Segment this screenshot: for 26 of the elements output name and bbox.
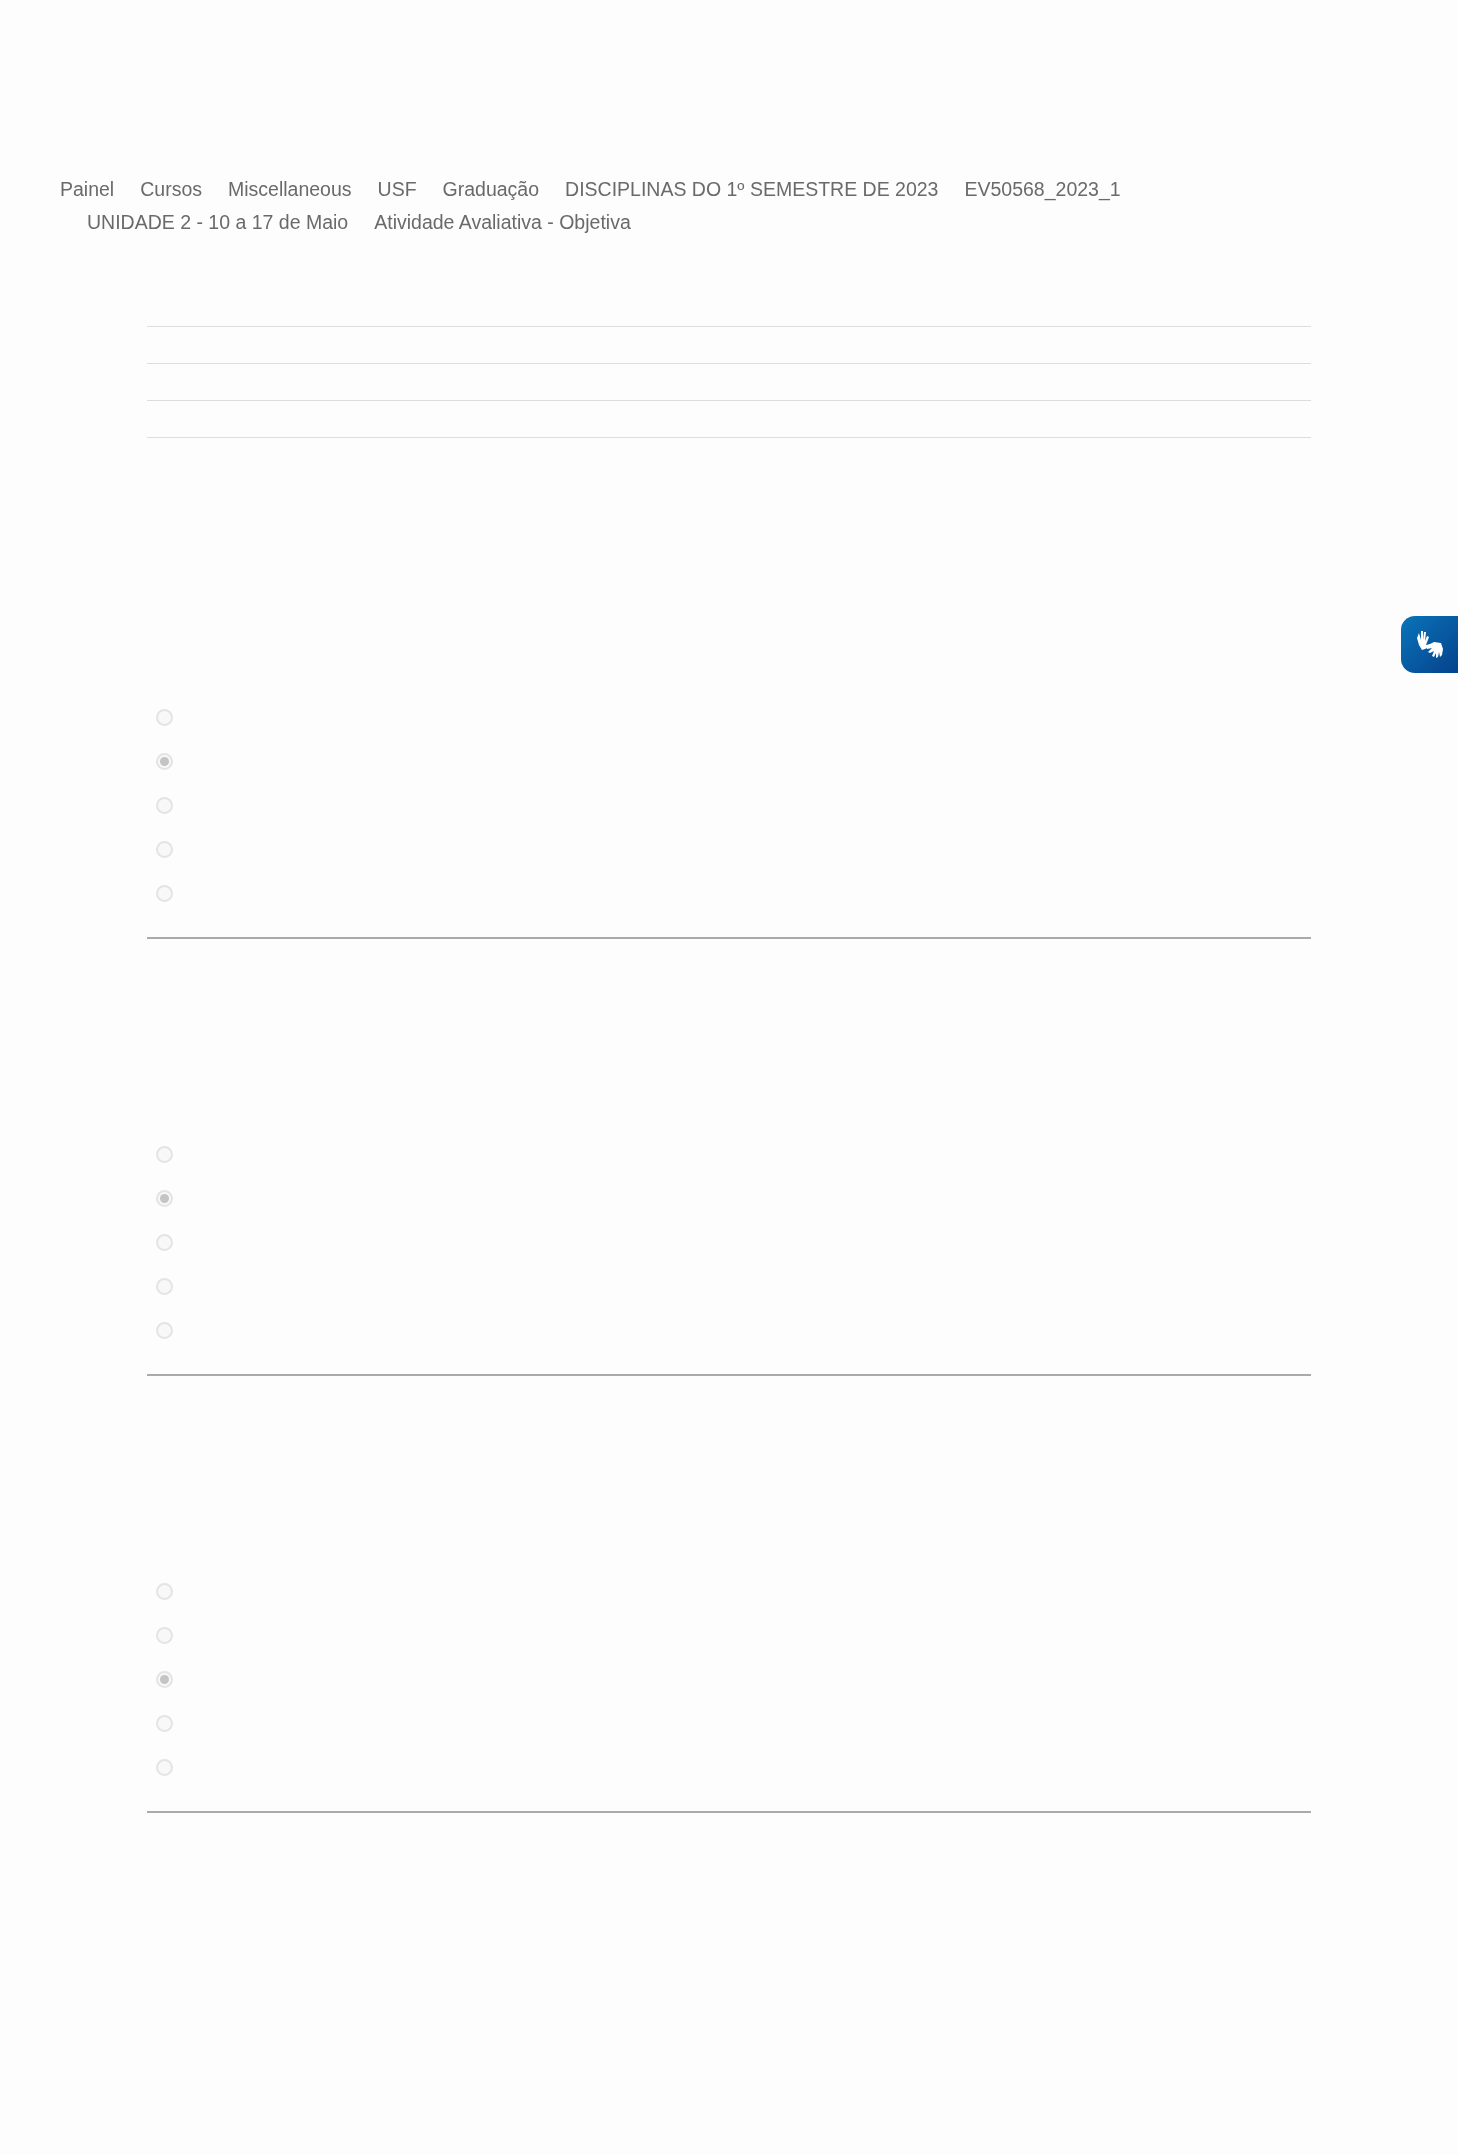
- radio-button[interactable]: [156, 1233, 173, 1251]
- breadcrumb-link[interactable]: USF: [377, 178, 417, 201]
- radio-button[interactable]: [156, 1189, 173, 1207]
- accessibility-button[interactable]: [1401, 616, 1458, 673]
- breadcrumb-link[interactable]: Atividade Avaliativa - Objetiva: [374, 211, 631, 234]
- radio-button[interactable]: [156, 884, 173, 902]
- radio-button[interactable]: [156, 796, 173, 814]
- radio-button[interactable]: [156, 1321, 173, 1339]
- radio-button[interactable]: [156, 708, 173, 726]
- breadcrumb-link[interactable]: EV50568_2023_1: [964, 178, 1121, 201]
- breadcrumb-link[interactable]: Cursos: [140, 178, 202, 201]
- radio-button[interactable]: [156, 1670, 173, 1688]
- radio-button[interactable]: [156, 1145, 173, 1163]
- radio-button[interactable]: [156, 1626, 173, 1644]
- radio-button[interactable]: [156, 1758, 173, 1776]
- breadcrumb-link[interactable]: UNIDADE 2 - 10 a 17 de Maio: [87, 211, 349, 234]
- radio-button[interactable]: [156, 1277, 173, 1295]
- breadcrumb-link[interactable]: Graduação: [442, 178, 540, 201]
- radio-button[interactable]: [156, 1714, 173, 1732]
- breadcrumb-link[interactable]: DISCIPLINAS DO 1º SEMESTRE DE 2023: [565, 178, 939, 201]
- radio-button[interactable]: [156, 752, 173, 770]
- breadcrumb-link[interactable]: Painel: [60, 178, 115, 201]
- breadcrumb-link[interactable]: Miscellaneous: [228, 178, 352, 201]
- radio-button[interactable]: [156, 840, 173, 858]
- hands-icon: [1414, 629, 1445, 660]
- radio-button[interactable]: [156, 1582, 173, 1600]
